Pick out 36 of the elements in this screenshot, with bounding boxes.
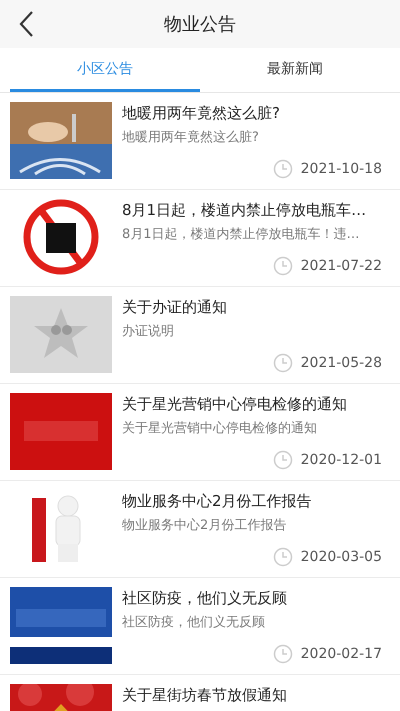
notice-date: 2020-12-01	[300, 452, 382, 468]
notice-item[interactable]: 关于星街坊春节放假通知	[0, 675, 400, 711]
notice-date: 2021-10-18	[300, 161, 382, 177]
page-title: 物业公告	[164, 13, 236, 36]
clock-icon	[272, 159, 293, 179]
notice-item[interactable]: 社区防疫，他们义无反顾 社区防疫，他们义无反顾 2020-02-17	[0, 578, 400, 675]
notice-item[interactable]: 物业服务中心2月份工作报告 物业服务中心2月份工作报告 2020-03-05	[0, 481, 400, 578]
back-icon	[18, 10, 34, 38]
notice-summary: 关于星光营销中心停电检修的通知	[122, 420, 318, 438]
notice-date: 2021-07-22	[300, 258, 382, 274]
notice-item[interactable]: 关于办证的通知 办证说明 2021-05-28	[0, 287, 400, 384]
notice-summary: 地暖用两年竟然这么脏?	[122, 129, 260, 147]
notice-date: 2021-05-28	[300, 355, 382, 371]
notice-date: 2020-02-17	[300, 646, 382, 662]
notice-item[interactable]: 关于星光营销中心停电检修的通知 关于星光营销中心停电检修的通知 2020-12-01	[0, 384, 400, 481]
tab[interactable]: 最新新闻	[200, 48, 390, 92]
notice-summary: 8月1日起，楼道内禁止停放电瓶车！违…	[122, 226, 361, 244]
clock-icon	[272, 256, 293, 276]
notice-title: 地暖用两年竟然这么脏?	[122, 103, 281, 124]
clock-icon	[272, 547, 293, 567]
notice-title: 关于星街坊春节放假通知	[122, 685, 288, 706]
notice-date: 2020-03-05	[300, 549, 382, 565]
notice-title: 社区防疫，他们义无反顾	[122, 588, 288, 609]
notice-title: 8月1日起，楼道内禁止停放电瓶车…	[122, 200, 368, 221]
notice-summary: 社区防疫，他们义无反顾	[122, 614, 266, 632]
notice-item[interactable]: 8月1日起，楼道内禁止停放电瓶车… 8月1日起，楼道内禁止停放电瓶车！违… 2021-07-22	[0, 190, 400, 287]
clock-icon	[272, 644, 293, 664]
notice-title: 关于办证的通知	[122, 297, 228, 318]
notice-summary: 物业服务中心2月份工作报告	[122, 517, 288, 535]
notice-title: 关于星光营销中心停电检修的通知	[122, 394, 348, 415]
notice-item[interactable]: 地暖用两年竟然这么脏? 地暖用两年竟然这么脏? 2021-10-18	[0, 93, 400, 190]
clock-icon	[272, 353, 293, 373]
notice-summary: 办证说明	[122, 323, 175, 341]
tab[interactable]: 小区公告	[10, 48, 200, 92]
notice-title: 物业服务中心2月份工作报告	[122, 491, 313, 512]
clock-icon	[272, 450, 293, 470]
